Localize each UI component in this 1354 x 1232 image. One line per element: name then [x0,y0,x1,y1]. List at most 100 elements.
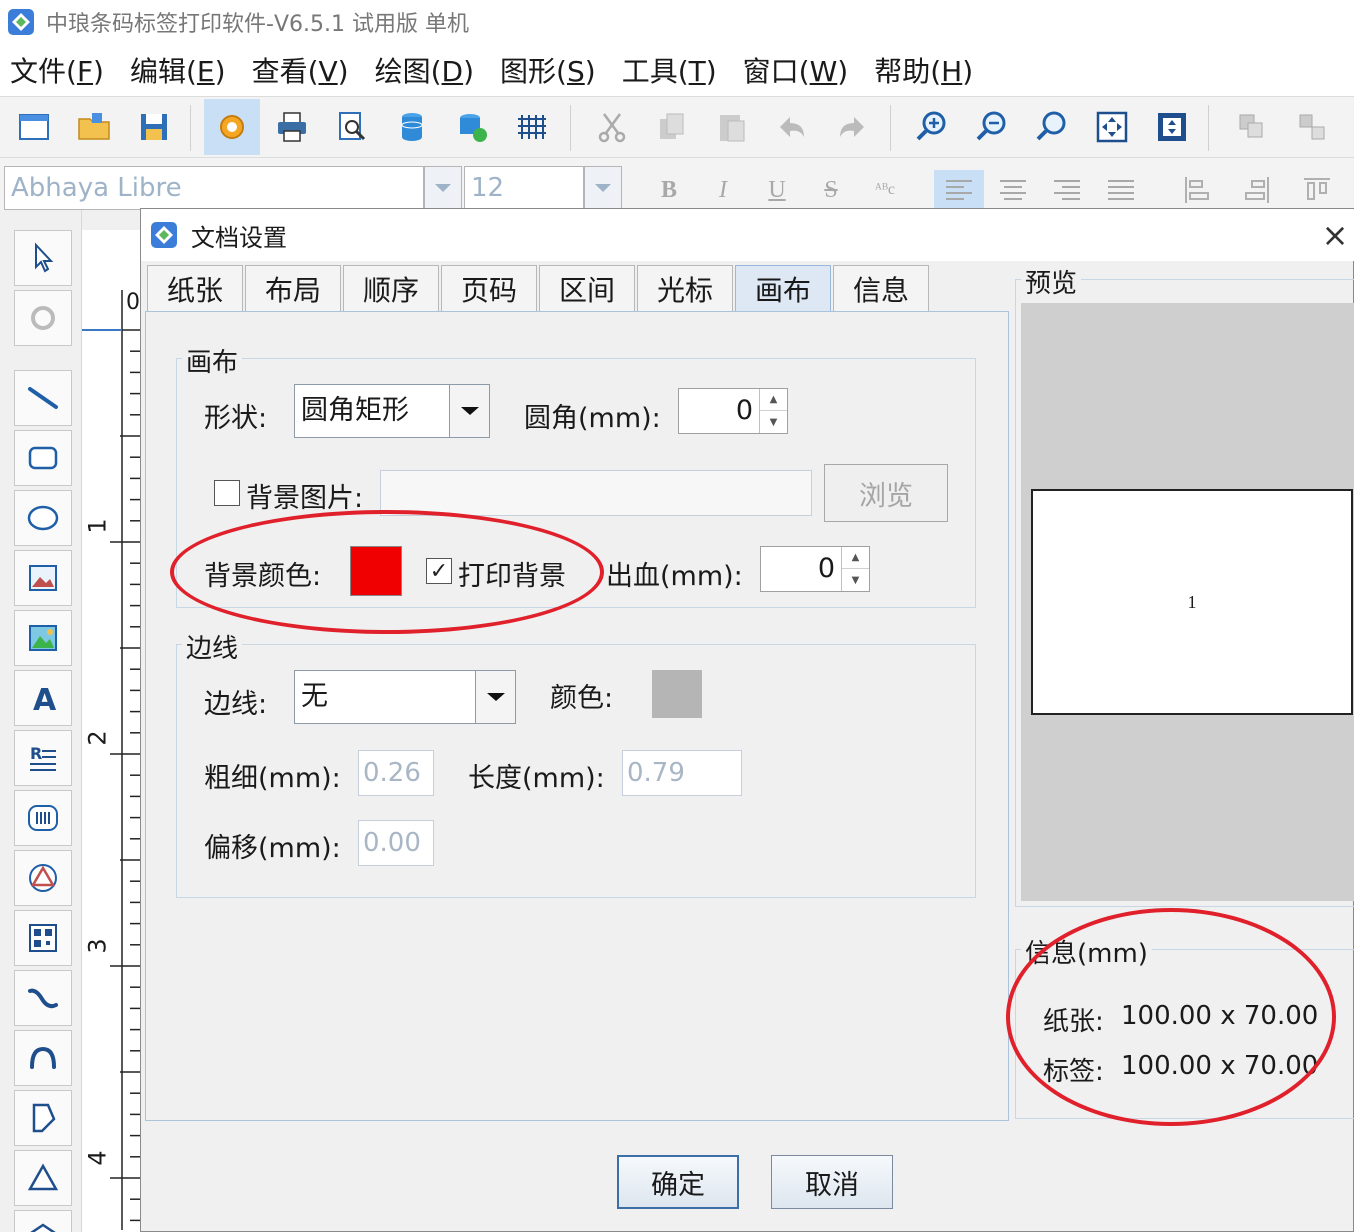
print-preview-button[interactable] [324,99,380,155]
save-button[interactable] [126,99,182,155]
picture-tool-button[interactable] [14,610,72,666]
curve-tool-button[interactable] [14,970,72,1026]
ruler-label-3: 3 [83,938,112,954]
menu-tools[interactable]: 工具(T) [622,50,717,90]
chevron-down-icon [435,184,451,192]
shape-select[interactable]: 圆角矩形 [294,384,490,438]
spin-down-icon[interactable]: ▼ [760,411,787,433]
fit-page-button[interactable] [1144,99,1200,155]
menu-window[interactable]: 窗口(W) [743,50,849,90]
barcode-tool-button[interactable] [14,790,72,846]
border-color-swatch[interactable] [652,670,702,718]
database-refresh-button[interactable] [444,99,500,155]
polygon-tool-button[interactable] [14,1090,72,1146]
print-button[interactable] [264,99,320,155]
print-preview-icon [339,112,366,141]
text-tool-button[interactable]: A [14,670,72,726]
print-background-checkbox[interactable]: ✓ [426,558,452,584]
italic-button[interactable]: I [698,170,748,210]
border-width-input[interactable]: 0.26 [358,750,434,796]
align-objects-left-button[interactable] [1172,170,1222,210]
more-tool-button[interactable] [14,1210,72,1232]
font-family-dropdown-button[interactable] [424,166,462,210]
group-button[interactable] [1224,99,1280,155]
undo-button[interactable] [764,99,820,155]
browse-button[interactable]: 浏览 [824,464,948,522]
image-tool-button[interactable] [14,550,72,606]
background-color-swatch[interactable] [350,546,402,596]
tab-cursor[interactable]: 光标 [637,265,733,311]
open-button[interactable] [66,99,122,155]
border-line-select[interactable]: 无 [294,670,516,724]
spin-down-icon[interactable]: ▼ [842,569,869,591]
ungroup-button[interactable] [1284,99,1340,155]
database-refresh-icon [460,114,487,142]
align-right-button[interactable] [1042,170,1092,210]
rectangle-tool-button[interactable] [14,430,72,486]
bold-button[interactable]: B [644,170,694,210]
shape-dropdown-button[interactable] [449,385,489,437]
border-offset-input[interactable]: 0.00 [358,820,434,866]
tab-layout[interactable]: 布局 [245,265,341,311]
font-size-select[interactable]: 12 [464,166,584,210]
font-size-dropdown-button[interactable] [584,166,622,210]
cancel-button[interactable]: 取消 [771,1155,893,1209]
ok-button[interactable]: 确定 [617,1155,739,1209]
radius-spinner[interactable]: 0 ▲ ▼ [678,388,788,434]
border-line-dropdown-button[interactable] [475,671,515,723]
menu-draw[interactable]: 绘图(D) [375,50,474,90]
superscript-button[interactable]: ᴬᴮc [860,170,910,210]
zoom-out-button[interactable] [964,99,1020,155]
qrcode-tool-button[interactable] [14,910,72,966]
align-objects-right-button[interactable] [1232,170,1282,210]
font-family-select[interactable]: Abhaya Libre [4,166,424,210]
menu-shape[interactable]: 图形(S) [500,50,596,90]
arc-tool-button[interactable] [14,1030,72,1086]
zoom-actual-button[interactable] [1024,99,1080,155]
zoom-in-button[interactable] [904,99,960,155]
tab-paper[interactable]: 纸张 [147,265,243,311]
label-size-value: 100.00 x 70.00 [1121,1051,1319,1081]
spin-up-icon[interactable]: ▲ [760,389,787,411]
redo-button[interactable] [824,99,880,155]
spin-up-icon[interactable]: ▲ [842,547,869,569]
paste-button[interactable] [704,99,760,155]
database-button[interactable] [384,99,440,155]
menu-edit[interactable]: 编辑(E) [130,50,226,90]
align-center-icon [1000,180,1026,200]
new-document-button[interactable] [6,99,62,155]
menu-view[interactable]: 查看(V) [252,50,349,90]
grid-button[interactable] [504,99,560,155]
bleed-spinner[interactable]: 0 ▲ ▼ [760,546,870,592]
align-justify-button[interactable] [1096,170,1146,210]
ruler-label-2: 2 [83,730,112,746]
rotate-tool-button[interactable] [14,290,72,346]
strikethrough-button[interactable]: S [806,170,856,210]
symbol-tool-button[interactable] [14,850,72,906]
fit-window-button[interactable] [1084,99,1140,155]
tab-page-number[interactable]: 页码 [441,265,537,311]
background-image-path-input[interactable] [380,470,812,516]
align-left-button[interactable] [934,170,984,210]
triangle-tool-button[interactable] [14,1150,72,1206]
main-toolbar [0,96,1354,158]
cut-button[interactable] [584,99,640,155]
border-length-input[interactable]: 0.79 [622,750,742,796]
underline-button[interactable]: U [752,170,802,210]
document-settings-button[interactable] [204,99,260,155]
rich-text-tool-button[interactable]: R [14,730,72,786]
dialog-close-button[interactable]: × [1315,215,1354,255]
ellipse-tool-button[interactable] [14,490,72,546]
line-tool-button[interactable] [14,370,72,426]
tab-order[interactable]: 顺序 [343,265,439,311]
select-tool-button[interactable] [14,230,72,286]
background-image-checkbox[interactable] [214,480,240,506]
align-objects-top-button[interactable] [1292,170,1342,210]
copy-button[interactable] [644,99,700,155]
tab-canvas[interactable]: 画布 [735,265,831,311]
align-center-button[interactable] [988,170,1038,210]
menu-help[interactable]: 帮助(H) [874,50,973,90]
tab-range[interactable]: 区间 [539,265,635,311]
tab-info[interactable]: 信息 [833,265,929,311]
menu-file[interactable]: 文件(F) [10,50,104,90]
